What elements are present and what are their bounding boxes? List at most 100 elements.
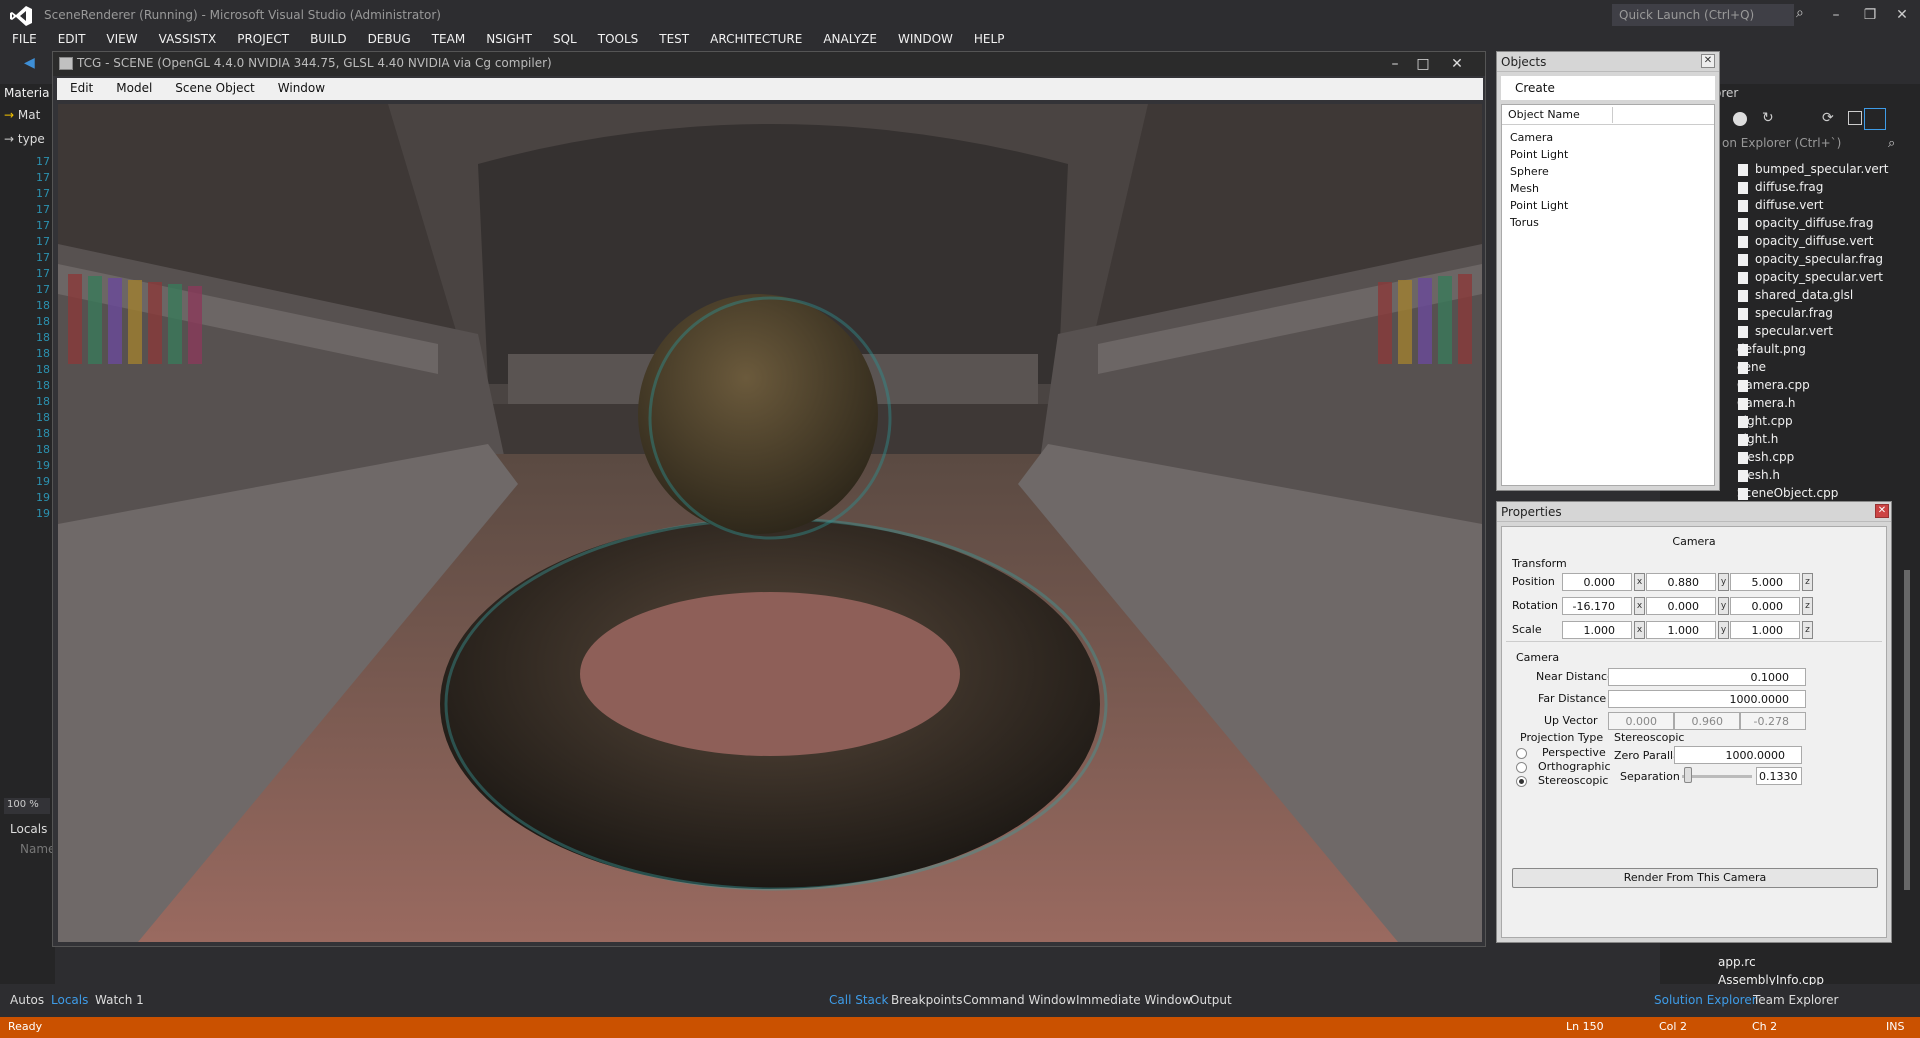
solution-file-item[interactable]: opacity_specular.vert xyxy=(1755,270,1883,284)
rotation-y-axis-button[interactable]: y xyxy=(1718,597,1729,615)
solution-file-item[interactable]: diffuse.frag xyxy=(1755,180,1823,194)
menu-architecture[interactable]: ARCHITECTURE xyxy=(698,30,811,50)
object-list-item[interactable]: Sphere xyxy=(1510,165,1549,178)
solution-file-item[interactable]: Mesh.cpp xyxy=(1737,450,1794,464)
position-x-axis-button[interactable]: x xyxy=(1634,573,1645,591)
scale-x-input[interactable]: 1.000 xyxy=(1562,621,1632,639)
zoom-level[interactable]: 100 % xyxy=(4,798,50,814)
position-z-input[interactable]: 5.000 xyxy=(1730,573,1800,591)
menu-build[interactable]: BUILD xyxy=(298,30,355,50)
tab-watch-1[interactable]: Watch 1 xyxy=(95,993,144,1007)
solution-file-item[interactable]: cene xyxy=(1737,360,1766,374)
solution-file-item[interactable]: specular.vert xyxy=(1755,324,1833,338)
tcg-maximize-icon[interactable]: □ xyxy=(1409,52,1437,76)
scale-z-axis-button[interactable]: z xyxy=(1802,621,1813,639)
close-icon[interactable]: ✕ xyxy=(1888,3,1916,27)
rotation-z-input[interactable]: 0.000 xyxy=(1730,597,1800,615)
tab-breakpoints[interactable]: Breakpoints xyxy=(891,993,962,1007)
position-y-input[interactable]: 0.880 xyxy=(1646,573,1716,591)
far-distance-input[interactable]: 1000.0000 xyxy=(1608,690,1806,708)
tcg-menu-window[interactable]: Window xyxy=(265,78,335,100)
file-tab-material[interactable]: Materia xyxy=(4,86,49,100)
object-list-item[interactable]: Mesh xyxy=(1510,182,1539,195)
solution-file-item[interactable]: SceneObject.cpp xyxy=(1737,486,1838,500)
scale-y-axis-button[interactable]: y xyxy=(1718,621,1729,639)
rotation-x-axis-button[interactable]: x xyxy=(1634,597,1645,615)
tab-call-stack[interactable]: Call Stack xyxy=(829,993,888,1007)
rotation-x-input[interactable]: -16.170 xyxy=(1562,597,1632,615)
properties-toggle-icon[interactable] xyxy=(1864,108,1886,130)
navigate-back-icon[interactable]: ◀ xyxy=(24,55,35,71)
separation-slider-track[interactable] xyxy=(1682,775,1752,778)
tab-autos[interactable]: Autos xyxy=(10,993,44,1007)
tcg-close-icon[interactable]: ✕ xyxy=(1443,52,1471,76)
object-list-item[interactable]: Point Light xyxy=(1510,148,1568,161)
history-icon[interactable]: ↻ xyxy=(1762,110,1774,126)
sync-icon[interactable] xyxy=(1733,112,1747,126)
minimize-icon[interactable]: – xyxy=(1822,3,1850,27)
solution-file-item[interactable]: Light.h xyxy=(1737,432,1778,446)
menu-test[interactable]: TEST xyxy=(647,30,698,50)
menu-sql[interactable]: SQL xyxy=(541,30,586,50)
menu-tools[interactable]: TOOLS xyxy=(586,30,648,50)
solution-file-item[interactable]: default.png xyxy=(1737,342,1806,356)
refresh-icon[interactable]: ⟳ xyxy=(1822,110,1834,126)
restore-icon[interactable]: ❐ xyxy=(1856,3,1884,27)
tcg-menu-scene-object[interactable]: Scene Object xyxy=(162,78,264,100)
tab-team-explorer[interactable]: Team Explorer xyxy=(1753,993,1839,1007)
object-list-item[interactable]: Torus xyxy=(1510,216,1539,229)
scale-x-axis-button[interactable]: x xyxy=(1634,621,1645,639)
position-x-input[interactable]: 0.000 xyxy=(1562,573,1632,591)
position-y-axis-button[interactable]: y xyxy=(1718,573,1729,591)
position-z-axis-button[interactable]: z xyxy=(1802,573,1813,591)
zero-parallax-input[interactable]: 1000.0000 xyxy=(1674,746,1802,764)
render-viewport[interactable] xyxy=(58,104,1482,942)
solution-file-item[interactable]: Mesh.h xyxy=(1737,468,1780,482)
solution-file-item[interactable]: opacity_diffuse.vert xyxy=(1755,234,1873,248)
separation-slider-thumb[interactable] xyxy=(1684,767,1692,783)
quick-launch-input[interactable]: Quick Launch (Ctrl+Q) xyxy=(1612,4,1794,26)
objects-close-icon[interactable]: ✕ xyxy=(1701,54,1715,68)
scale-y-input[interactable]: 1.000 xyxy=(1646,621,1716,639)
solution-file-item[interactable]: specular.frag xyxy=(1755,306,1833,320)
menu-analyze[interactable]: ANALYZE xyxy=(811,30,886,50)
create-menu[interactable]: Create xyxy=(1501,76,1715,100)
tcg-minimize-icon[interactable]: – xyxy=(1381,52,1409,76)
tab-locals[interactable]: Locals xyxy=(51,993,88,1007)
solution-file-item[interactable]: diffuse.vert xyxy=(1755,198,1823,212)
menu-team[interactable]: TEAM xyxy=(420,30,474,50)
object-list-item[interactable]: Camera xyxy=(1510,131,1553,144)
projection-stereoscopic-radio[interactable] xyxy=(1516,776,1527,787)
tab-solution-explorer[interactable]: Solution Explorer xyxy=(1654,993,1757,1007)
menu-window[interactable]: WINDOW xyxy=(886,30,962,50)
solution-explorer-search[interactable]: on Explorer (Ctrl+`) xyxy=(1722,136,1841,150)
solution-file-item[interactable]: opacity_specular.frag xyxy=(1755,252,1883,266)
rotation-y-input[interactable]: 0.000 xyxy=(1646,597,1716,615)
search-icon[interactable]: ⌕ xyxy=(1888,136,1895,151)
menu-vassistx[interactable]: VASSISTX xyxy=(147,30,226,50)
solution-file-item[interactable]: Camera.h xyxy=(1737,396,1796,410)
scale-z-input[interactable]: 1.000 xyxy=(1730,621,1800,639)
separation-input[interactable]: 0.1330 xyxy=(1756,767,1802,785)
projection-perspective-radio[interactable] xyxy=(1516,748,1527,759)
nav-row-1[interactable]: → Mat xyxy=(4,108,40,122)
collapse-all-icon[interactable] xyxy=(1848,111,1862,125)
menu-project[interactable]: PROJECT xyxy=(225,30,298,50)
menu-edit[interactable]: EDIT xyxy=(46,30,95,50)
object-list-item[interactable]: Point Light xyxy=(1510,199,1568,212)
solution-file-item[interactable]: bumped_specular.vert xyxy=(1755,162,1888,176)
file-app-rc[interactable]: app.rc xyxy=(1718,955,1756,969)
menu-view[interactable]: VIEW xyxy=(94,30,146,50)
menu-help[interactable]: HELP xyxy=(962,30,1014,50)
near-distance-input[interactable]: 0.1000 xyxy=(1608,668,1806,686)
tab-output[interactable]: Output xyxy=(1190,993,1232,1007)
solution-file-item[interactable]: Light.cpp xyxy=(1737,414,1793,428)
projection-orthographic-radio[interactable] xyxy=(1516,762,1527,773)
menu-nsight[interactable]: NSIGHT xyxy=(474,30,541,50)
object-name-header[interactable]: Object Name xyxy=(1502,105,1714,125)
tab-command-window[interactable]: Command Window xyxy=(963,993,1076,1007)
solution-file-item[interactable]: opacity_diffuse.frag xyxy=(1755,216,1873,230)
menu-debug[interactable]: DEBUG xyxy=(356,30,420,50)
nav-row-2[interactable]: → type xyxy=(4,132,45,146)
solution-file-item[interactable]: shared_data.glsl xyxy=(1755,288,1853,302)
